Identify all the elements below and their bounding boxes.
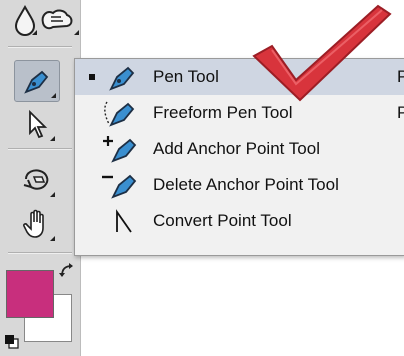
smudge-tool-button[interactable] (34, 0, 80, 40)
swap-arrows-icon (59, 263, 73, 277)
tools-panel (0, 0, 81, 356)
freeform-pen-icon (104, 101, 135, 127)
submenu-indicator (74, 30, 79, 35)
toolbar-separator (8, 46, 72, 48)
menu-item-label: Convert Point Tool (153, 211, 292, 230)
menu-item-label: Add Anchor Point Tool (153, 139, 320, 158)
convert-point-icon (116, 209, 132, 233)
smudge-icon (41, 9, 73, 30)
add-anchor-point-icon (103, 136, 137, 163)
foreground-color-swatch[interactable] (6, 270, 54, 318)
submenu-indicator (50, 236, 55, 241)
toolbar-separator (8, 252, 72, 254)
toolbar-separator (8, 148, 72, 150)
selected-bullet (89, 74, 95, 80)
menu-item-add-anchor-point-tool[interactable]: Add Anchor Point Tool (75, 131, 404, 167)
rotate-view-icon (23, 169, 49, 190)
rotate-view-tool-button[interactable] (14, 160, 60, 200)
menu-item-convert-point-tool[interactable]: Convert Point Tool (75, 203, 404, 239)
swap-colors-button[interactable] (58, 262, 76, 280)
hand-icon (23, 209, 44, 238)
menu-item-delete-anchor-point-tool[interactable]: Delete Anchor Point Tool (75, 167, 404, 203)
default-colors-button[interactable] (4, 334, 20, 350)
menu-item-shortcut: P (397, 103, 404, 122)
arrow-pointer-icon (29, 109, 48, 139)
menu-item-label: Delete Anchor Point Tool (153, 175, 339, 194)
submenu-indicator (50, 192, 55, 197)
pen-tool-button[interactable] (14, 60, 60, 102)
submenu-indicator (51, 93, 56, 98)
delete-anchor-point-icon (102, 174, 137, 199)
checkmark-icon (252, 4, 392, 102)
pen-icon (24, 70, 49, 94)
menu-item-label: Freeform Pen Tool (153, 103, 293, 122)
menu-item-label: Pen Tool (153, 67, 219, 86)
hand-tool-button[interactable] (14, 204, 60, 244)
pen-icon (109, 66, 135, 91)
submenu-indicator (50, 136, 55, 141)
default-colors-icon (5, 335, 19, 349)
path-selection-tool-button[interactable] (14, 104, 60, 144)
